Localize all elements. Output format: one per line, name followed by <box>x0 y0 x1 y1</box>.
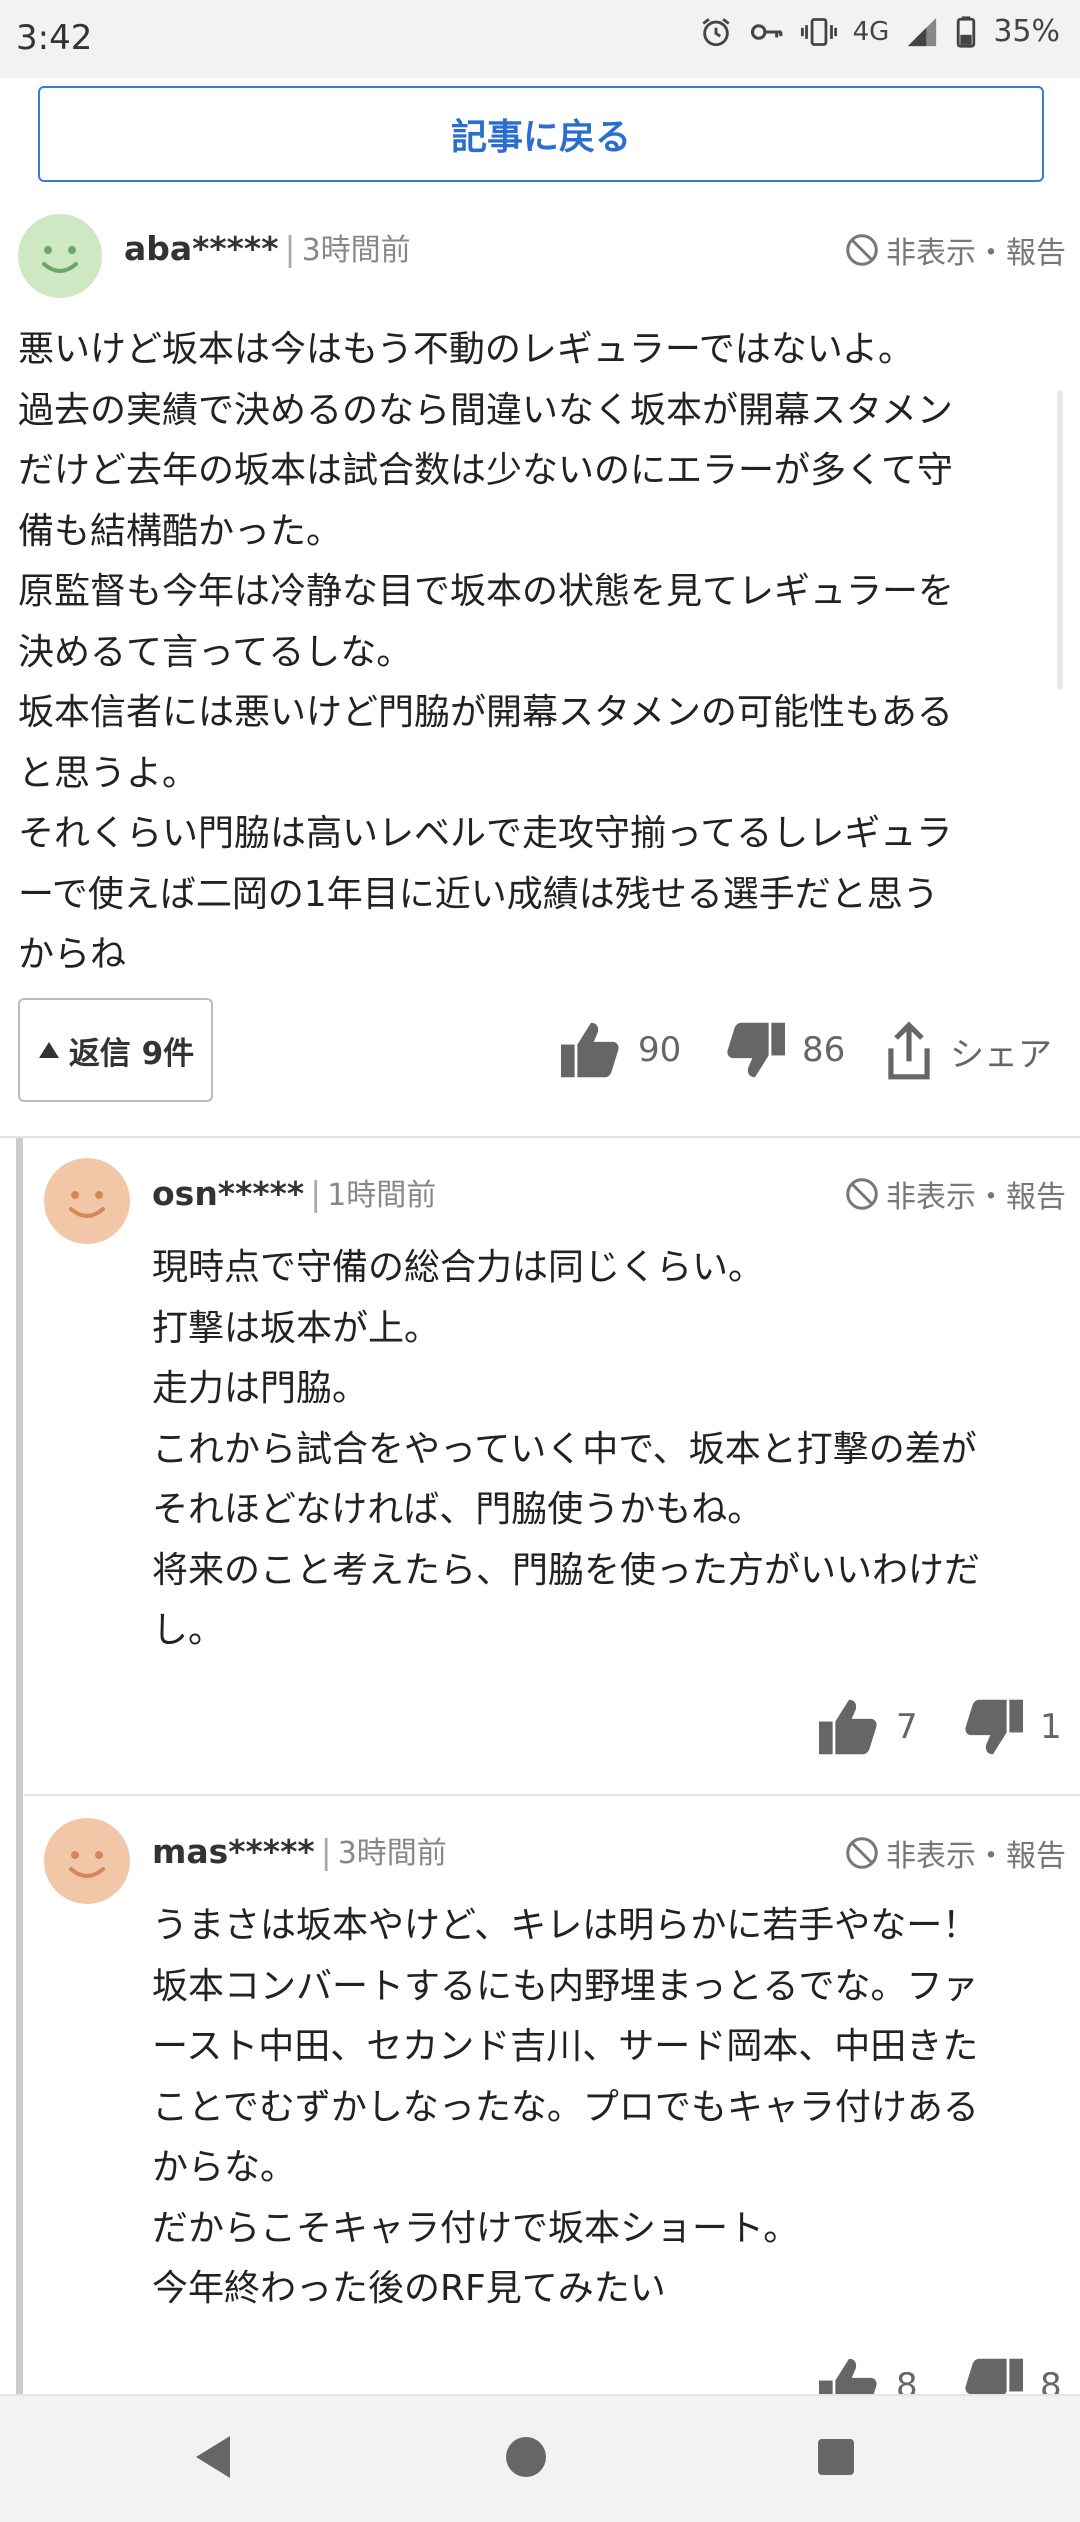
replies-toggle-button[interactable]: 返信 9件 <box>18 998 213 1102</box>
timestamp: 3時間前 <box>301 233 411 268</box>
timestamp: 3時間前 <box>337 1836 447 1871</box>
triangle-up-icon <box>38 1042 59 1058</box>
thumbs-up-icon <box>561 1022 619 1078</box>
like-button[interactable]: 7 <box>816 1697 918 1757</box>
signal-icon <box>905 15 939 49</box>
avatar[interactable] <box>44 1158 130 1244</box>
separator: | <box>320 1832 332 1871</box>
status-time: 3:42 <box>16 18 93 58</box>
hide-report-link[interactable]: 非表示・報告 <box>844 228 1066 272</box>
hide-report-label: 非表示・報告 <box>886 1839 1066 1874</box>
comment-body: 悪いけど坂本は今はもう不動のレギュラーではないよ。 過去の実績で決めるのなら間違… <box>18 329 955 975</box>
share-button[interactable]: シェア <box>882 1020 1052 1082</box>
vpn-key-icon <box>749 15 785 49</box>
username[interactable]: aba***** <box>124 229 278 268</box>
comment-header: osn***** | 1時間前 <box>152 1170 436 1214</box>
back-to-article-button[interactable]: 記事に戻る <box>38 86 1044 182</box>
battery-icon <box>955 15 977 49</box>
smile-face-icon <box>69 1191 105 1218</box>
divider <box>24 1794 1080 1796</box>
username[interactable]: osn***** <box>152 1174 304 1213</box>
avatar[interactable] <box>44 1818 130 1904</box>
block-icon <box>846 1837 878 1869</box>
hide-report-link[interactable]: 非表示・報告 <box>844 1172 1066 1216</box>
comment-header: mas***** | 3時間前 <box>152 1828 447 1872</box>
status-bar: 3:42 4G 35% <box>0 0 1080 78</box>
comment-header: aba***** | 3時間前 <box>124 225 411 269</box>
dislike-count: 86 <box>802 1030 846 1070</box>
recents-nav-icon[interactable] <box>814 2432 858 2482</box>
dislike-count: 1 <box>1040 1707 1062 1747</box>
system-nav-bar <box>0 2394 1080 2522</box>
share-label: シェア <box>950 1034 1052 1075</box>
thumbs-down-icon <box>965 1699 1023 1755</box>
replies-toggle-label: 返信 9件 <box>68 1035 195 1072</box>
like-button[interactable]: 90 <box>558 1020 681 1080</box>
vibrate-icon <box>800 15 837 49</box>
block-icon <box>846 234 878 266</box>
like-count: 7 <box>896 1707 918 1747</box>
timestamp: 1時間前 <box>327 1178 437 1213</box>
hide-report-label: 非表示・報告 <box>886 236 1066 271</box>
divider <box>0 1136 1080 1138</box>
like-count: 90 <box>638 1030 682 1070</box>
thumbs-up-icon <box>819 1699 877 1755</box>
dislike-button[interactable]: 1 <box>960 1697 1062 1757</box>
thumbs-down-icon <box>727 1022 785 1078</box>
network-type: 4G <box>852 16 890 47</box>
smile-face-icon <box>42 246 78 273</box>
home-nav-icon[interactable] <box>504 2432 548 2482</box>
separator: | <box>310 1174 322 1213</box>
back-nav-icon[interactable] <box>190 2432 234 2482</box>
reply-body: うまさは坂本やけど、キレは明らかに若手やなー！ 坂本コンバートするにも内野埋まっ… <box>152 1905 979 2309</box>
share-icon <box>888 1021 930 1080</box>
battery-level: 35% <box>993 14 1060 49</box>
hide-report-link[interactable]: 非表示・報告 <box>844 1831 1066 1875</box>
reply-body: 現時点で守備の総合力は同じくらい。 打撃は坂本が上。 走力は門脇。 これから試合… <box>152 1247 981 1651</box>
dislike-button[interactable]: 86 <box>722 1020 845 1080</box>
block-icon <box>846 1178 878 1210</box>
status-icons: 4G 35% <box>699 14 1060 49</box>
hide-report-label: 非表示・報告 <box>886 1180 1066 1215</box>
separator: | <box>284 229 296 268</box>
alarm-icon <box>699 15 733 49</box>
avatar[interactable] <box>18 214 102 298</box>
thread-line <box>16 1138 23 2394</box>
scroll-indicator <box>1057 390 1063 690</box>
smile-face-icon <box>69 1851 105 1878</box>
username[interactable]: mas***** <box>152 1832 315 1871</box>
